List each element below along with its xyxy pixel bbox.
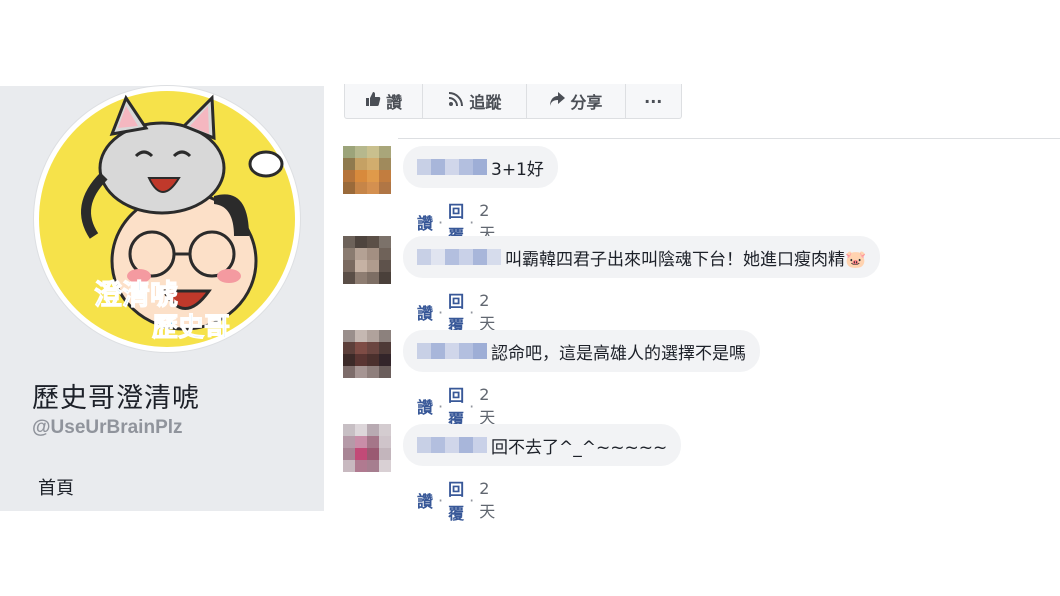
comment-timestamp[interactable]: 2天 [479, 479, 495, 522]
comment-timestamp[interactable]: 2天 [479, 291, 495, 334]
more-options-button[interactable]: ··· [626, 84, 682, 118]
share-page-button[interactable]: 分享 [527, 84, 626, 118]
page-action-bar: 讚 追蹤 分享 ··· [344, 84, 682, 119]
separator-dot: · [438, 396, 444, 416]
comment-bubble: 認命吧，這是高雄人的選擇不是嗎 [403, 330, 760, 372]
separator-dot: · [469, 212, 475, 232]
rss-icon [448, 91, 464, 111]
comment-actions: 讚 · 回覆 · 2天 [417, 382, 495, 430]
like-page-button[interactable]: 讚 [345, 84, 424, 118]
comment-like-link[interactable]: 讚 [417, 210, 433, 234]
comment-bubble: 回不去了^_^~~~~~ [403, 424, 682, 466]
separator-dot: · [469, 396, 475, 416]
commenter-avatar[interactable] [343, 330, 391, 378]
share-arrow-icon [549, 91, 566, 111]
more-icon: ··· [644, 91, 663, 111]
cartoon-avatar-image: 澄清唬 歷史哥 [39, 91, 295, 347]
comment-like-link[interactable]: 讚 [417, 300, 433, 324]
comment-text: 叫霸韓四君子出來叫陰魂下台！她進口瘦肉精🐷 [505, 249, 867, 270]
comment-actions: 讚 · 回覆 · 2天 [417, 288, 495, 336]
separator-dot: · [438, 490, 444, 510]
comment-bubble: 3+1好 [403, 146, 558, 188]
comment-bubble: 叫霸韓四君子出來叫陰魂下台！她進口瘦肉精🐷 [403, 236, 881, 278]
follow-page-button[interactable]: 追蹤 [423, 84, 528, 118]
comment-actions: 讚 · 回覆 · 2天 [417, 476, 495, 524]
comment-like-link[interactable]: 讚 [417, 394, 433, 418]
commenter-name-blurred[interactable] [417, 343, 487, 359]
page-sidebar: 澄清唬 歷史哥 歷史哥澄清唬 @UseUrBrainPlz 首頁 [0, 86, 324, 511]
page-name[interactable]: 歷史哥澄清唬 [32, 376, 200, 415]
divider [398, 138, 1060, 139]
comment-text: 回不去了^_^~~~~~ [491, 437, 668, 458]
follow-page-label: 追蹤 [469, 93, 502, 112]
comment-timestamp[interactable]: 2天 [479, 385, 495, 428]
commenter-avatar[interactable] [343, 236, 391, 284]
page-handle[interactable]: @UseUrBrainPlz [32, 417, 183, 439]
separator-dot: · [469, 302, 475, 322]
comment-text: 認命吧，這是高雄人的選擇不是嗎 [491, 343, 746, 364]
commenter-name-blurred[interactable] [417, 249, 501, 265]
separator-dot: · [438, 212, 444, 232]
avatar-text-line1: 澄清唬 [94, 278, 178, 311]
share-page-label: 分享 [570, 93, 603, 112]
comment-reply-link[interactable]: 回覆 [448, 288, 464, 336]
comment-reply-link[interactable]: 回覆 [448, 382, 464, 430]
separator-dot: · [469, 490, 475, 510]
avatar-text-line2: 歷史哥 [152, 313, 230, 343]
comment-like-link[interactable]: 讚 [417, 488, 433, 512]
thumbs-up-icon [365, 91, 381, 111]
comment-reply-link[interactable]: 回覆 [448, 476, 464, 524]
like-page-label: 讚 [386, 93, 403, 112]
separator-dot: · [438, 302, 444, 322]
commenter-name-blurred[interactable] [417, 437, 487, 453]
commenter-name-blurred[interactable] [417, 159, 487, 175]
commenter-avatar[interactable] [343, 424, 391, 472]
comment-text: 3+1好 [491, 159, 544, 180]
page-profile-picture[interactable]: 澄清唬 歷史哥 [34, 86, 300, 352]
commenter-avatar[interactable] [343, 146, 391, 194]
nav-item-home[interactable]: 首頁 [38, 474, 74, 500]
